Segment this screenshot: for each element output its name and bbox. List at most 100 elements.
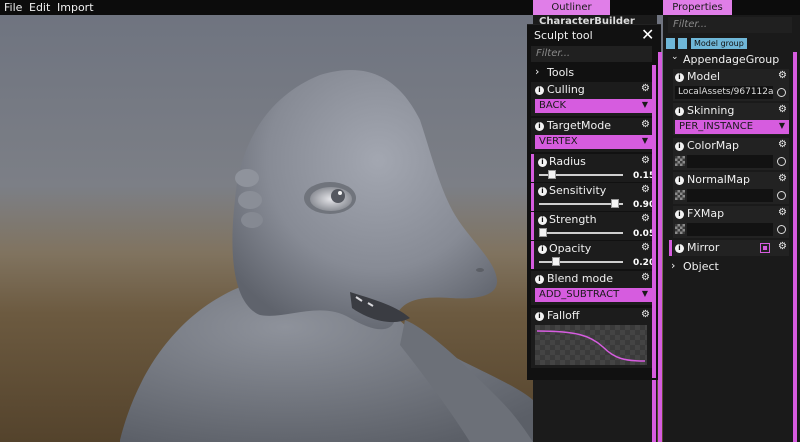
info-icon[interactable]: i <box>538 187 547 196</box>
target-icon[interactable] <box>777 88 786 97</box>
menu-import[interactable]: Import <box>57 1 94 14</box>
normal-map-field[interactable] <box>687 189 773 202</box>
tab-properties[interactable]: Properties <box>663 0 732 15</box>
gear-icon[interactable]: ⚙ <box>641 83 650 94</box>
gear-icon[interactable]: ⚙ <box>778 104 787 115</box>
target-mode-row: i TargetMode ⚙ VERTEX ▼ <box>531 118 652 152</box>
falloff-row: i Falloff ⚙ <box>531 308 652 368</box>
row-accent <box>669 240 672 256</box>
gear-icon[interactable]: ⚙ <box>778 241 787 252</box>
checker-icon <box>675 224 685 234</box>
properties-left-rail <box>658 52 662 442</box>
color-map-label: ColorMap <box>687 139 739 152</box>
appendage-group-label: AppendageGroup <box>683 53 780 66</box>
sculpt-filter-input[interactable]: Filter... <box>531 46 652 62</box>
mirror-checkbox[interactable] <box>760 243 770 253</box>
info-icon[interactable]: i <box>538 216 547 225</box>
mirror-row: i Mirror ⚙ <box>669 240 789 256</box>
radius-slider-thumb[interactable] <box>547 170 556 179</box>
sculpt-scrollbar[interactable] <box>652 65 656 378</box>
gear-icon[interactable]: ⚙ <box>641 119 650 130</box>
tools-section-label[interactable]: Tools <box>547 66 574 79</box>
target-icon[interactable] <box>777 225 786 234</box>
sensitivity-row: i Sensitivity ⚙ 0.90 <box>531 183 655 211</box>
breadcrumb-node[interactable] <box>678 38 687 49</box>
strength-slider-track[interactable] <box>539 232 623 234</box>
info-icon[interactable]: i <box>675 176 684 185</box>
info-icon[interactable]: i <box>675 244 684 253</box>
opacity-row: i Opacity ⚙ 0.20 <box>531 241 655 269</box>
info-icon[interactable]: i <box>538 158 547 167</box>
falloff-label: Falloff <box>547 309 580 322</box>
fx-map-field[interactable] <box>687 223 773 236</box>
sensitivity-slider-thumb[interactable] <box>610 199 619 208</box>
caret-down-icon: ▼ <box>641 289 648 298</box>
chevron-down-icon[interactable]: ⌄ <box>671 52 679 62</box>
info-icon[interactable]: i <box>675 107 684 116</box>
blend-mode-row: i Blend mode ⚙ ADD_SUBTRACT ▼ <box>531 271 652 305</box>
strength-row: i Strength ⚙ 0.05 <box>531 212 655 240</box>
info-icon[interactable]: i <box>675 73 684 82</box>
sculpt-tool-title: Sculpt tool <box>534 29 593 42</box>
info-icon[interactable]: i <box>535 122 544 131</box>
model-label: Model <box>687 70 721 83</box>
skinning-dropdown[interactable]: PER_INSTANCE ▼ <box>675 120 789 134</box>
color-map-row: i ColorMap ⚙ <box>673 138 789 170</box>
culling-dropdown[interactable]: BACK ▼ <box>535 99 652 113</box>
gear-icon[interactable]: ⚙ <box>641 272 650 283</box>
row-accent <box>531 183 534 211</box>
gear-icon[interactable]: ⚙ <box>641 213 650 224</box>
checkbox-check-icon <box>763 246 767 250</box>
row-accent <box>531 154 534 182</box>
info-icon[interactable]: i <box>535 312 544 321</box>
info-icon[interactable]: i <box>675 142 684 151</box>
sensitivity-label: Sensitivity <box>549 184 607 197</box>
gear-icon[interactable]: ⚙ <box>778 173 787 184</box>
gear-icon[interactable]: ⚙ <box>778 139 787 150</box>
info-icon[interactable]: i <box>535 86 544 95</box>
info-icon[interactable]: i <box>538 245 547 254</box>
model-path-field[interactable]: LocalAssets/967112a3- <box>675 86 773 99</box>
menu-file[interactable]: File <box>4 1 22 14</box>
close-icon[interactable]: ✕ <box>641 25 654 44</box>
color-map-field[interactable] <box>687 155 773 168</box>
target-mode-dropdown[interactable]: VERTEX ▼ <box>535 135 652 149</box>
gear-icon[interactable]: ⚙ <box>641 309 650 320</box>
sculpt-tool-panel: Sculpt tool ✕ Filter... › Tools i Cullin… <box>527 24 661 380</box>
culling-value: BACK <box>539 100 567 111</box>
gear-icon[interactable]: ⚙ <box>778 70 787 81</box>
info-icon[interactable]: i <box>535 275 544 284</box>
caret-down-icon: ▼ <box>778 121 785 130</box>
target-icon[interactable] <box>777 191 786 200</box>
normal-map-label: NormalMap <box>687 173 751 186</box>
gear-icon[interactable]: ⚙ <box>778 207 787 218</box>
tab-outliner[interactable]: Outliner <box>533 0 610 15</box>
target-icon[interactable] <box>777 157 786 166</box>
row-accent <box>531 212 534 240</box>
breadcrumb-model-group[interactable]: Model group <box>691 38 747 49</box>
chevron-right-icon[interactable]: › <box>535 65 539 78</box>
chevron-right-icon[interactable]: › <box>671 259 675 272</box>
blend-mode-dropdown[interactable]: ADD_SUBTRACT ▼ <box>535 288 652 302</box>
gear-icon[interactable]: ⚙ <box>641 155 650 166</box>
gear-icon[interactable]: ⚙ <box>641 242 650 253</box>
skinning-row: i Skinning ⚙ PER_INSTANCE ▼ <box>673 103 789 135</box>
strength-slider-thumb[interactable] <box>539 228 548 237</box>
gear-icon[interactable]: ⚙ <box>641 184 650 195</box>
blend-mode-value: ADD_SUBTRACT <box>539 289 620 300</box>
properties-scrollbar[interactable] <box>793 52 797 442</box>
mirror-label: Mirror <box>687 241 720 254</box>
fx-map-label: FXMap <box>687 207 725 220</box>
menu-edit[interactable]: Edit <box>29 1 50 14</box>
falloff-curve-editor[interactable] <box>535 325 647 365</box>
culling-label: Culling <box>547 83 585 96</box>
properties-panel: Filter... Model group ⌄ AppendageGroup i… <box>658 15 800 442</box>
info-icon[interactable]: i <box>675 210 684 219</box>
breadcrumb-back[interactable] <box>666 38 675 49</box>
culling-row: i Culling ⚙ BACK ▼ <box>531 82 652 116</box>
opacity-slider-thumb[interactable] <box>551 257 560 266</box>
radius-row: i Radius ⚙ 0.15 <box>531 154 655 182</box>
properties-filter-input[interactable]: Filter... <box>668 17 792 33</box>
object-section-label[interactable]: Object <box>683 260 719 273</box>
caret-down-icon: ▼ <box>641 100 648 109</box>
